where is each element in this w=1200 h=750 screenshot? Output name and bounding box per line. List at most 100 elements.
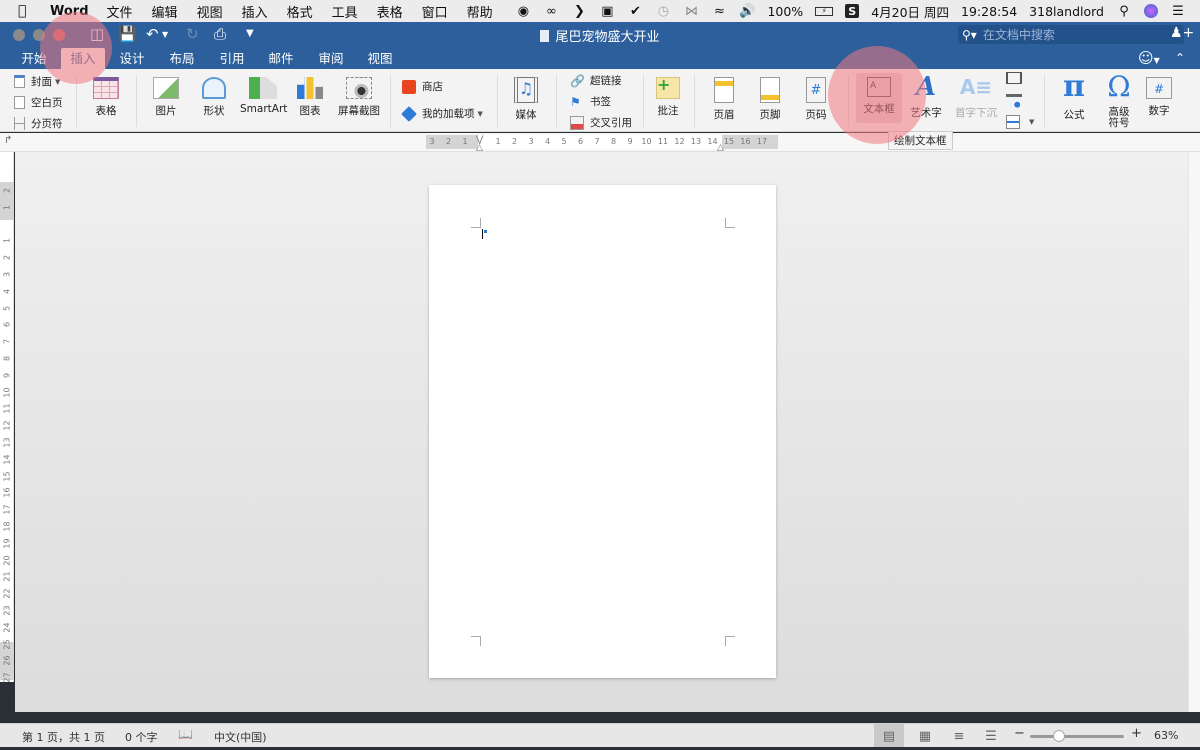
- tab-review[interactable]: 审阅: [311, 48, 351, 69]
- wechat-icon[interactable]: ◉: [515, 3, 531, 19]
- picture-button[interactable]: 图片: [146, 77, 186, 118]
- web-layout-view-button[interactable]: ▦: [910, 724, 940, 748]
- table-label: 表格: [95, 105, 117, 117]
- battery-icon[interactable]: ⚡: [815, 6, 834, 16]
- spotlight-search-icon[interactable]: ⚲: [1116, 3, 1132, 19]
- media-button[interactable]: ♫ 媒体: [508, 77, 544, 122]
- number-button[interactable]: # 数字: [1142, 77, 1176, 118]
- smartart-button[interactable]: SmartArt: [240, 77, 288, 115]
- ruler-number: 3: [429, 137, 435, 146]
- bluetooth-icon[interactable]: ⋈: [683, 3, 699, 19]
- store-button[interactable]: 商店: [402, 79, 443, 94]
- bookmark-button[interactable]: ⚑ 书签: [570, 94, 611, 109]
- draft-view-button[interactable]: ☰: [976, 724, 1006, 748]
- tab-mailings[interactable]: 邮件: [261, 48, 301, 69]
- signature-line-icon: [1006, 72, 1022, 84]
- outline-view-button[interactable]: ≡: [944, 724, 974, 748]
- tab-stop-selector-icon[interactable]: ↱: [4, 135, 12, 146]
- header-button[interactable]: 页眉: [704, 77, 744, 122]
- input-method-icon[interactable]: S: [845, 4, 860, 18]
- tab-references[interactable]: 引用: [212, 48, 252, 69]
- number-label: 数字: [1148, 105, 1170, 117]
- mac-menubar:  Word 文件 编辑 视图 插入 格式 工具 表格 窗口 帮助 ◉ ∞ ❯ …: [0, 0, 1200, 22]
- menu-window[interactable]: 窗口: [422, 2, 448, 21]
- shapes-button[interactable]: 形状: [194, 77, 234, 118]
- blank-page-button[interactable]: 空白页: [14, 95, 63, 110]
- object-button[interactable]: ▼: [1006, 115, 1034, 129]
- date-time-button[interactable]: [1006, 94, 1028, 108]
- page-break-icon: [14, 117, 25, 130]
- vertical-ruler[interactable]: 2 1 1 2 3 4 5 6 7 8 9 10 11 12 13 14 15 16 17 18 19 20 21 22 23 2…: [0, 152, 14, 683]
- chart-button[interactable]: 图表: [292, 77, 328, 118]
- equation-button[interactable]: π 公式: [1052, 71, 1096, 122]
- insert-ribbon: 封面 ▼ 空白页 分页符 表格 图片 形状 SmartArt 图表 屏幕截图 商…: [0, 69, 1200, 132]
- time-machine-icon[interactable]: ◷: [655, 3, 671, 19]
- airplay-icon[interactable]: ▣: [599, 3, 615, 19]
- screenshot-button[interactable]: 屏幕截图: [336, 77, 382, 118]
- zoom-out-button[interactable]: −: [1014, 726, 1025, 741]
- collapse-ribbon-icon[interactable]: ⌃: [1175, 51, 1185, 65]
- tab-layout[interactable]: 布局: [162, 48, 202, 69]
- hyperlink-button[interactable]: 🔗 超链接: [570, 73, 622, 88]
- evernote-icon[interactable]: ❯: [571, 3, 587, 19]
- zoom-level[interactable]: 63%: [1154, 729, 1178, 742]
- notification-center-icon[interactable]: ☰: [1170, 3, 1186, 19]
- zoom-in-button[interactable]: +: [1131, 726, 1142, 741]
- crop-mark-bottom-left: [471, 636, 481, 646]
- footer-label: 页脚: [759, 109, 781, 121]
- siri-icon[interactable]: [1144, 4, 1158, 18]
- cross-reference-button[interactable]: 交叉引用: [570, 115, 632, 130]
- wifi-icon[interactable]: ≈: [711, 3, 727, 19]
- smartart-label: SmartArt: [240, 103, 288, 115]
- table-button[interactable]: 表格: [84, 77, 128, 118]
- menubar-user[interactable]: 318landlord: [1029, 4, 1104, 19]
- ruler-number: 13: [690, 137, 702, 146]
- menu-edit[interactable]: 编辑: [152, 2, 178, 21]
- tab-view[interactable]: 视图: [360, 48, 400, 69]
- menu-help[interactable]: 帮助: [467, 2, 493, 21]
- menu-view[interactable]: 视图: [197, 2, 223, 21]
- apple-icon[interactable]: : [18, 3, 36, 19]
- ruler-number: 2: [2, 255, 12, 261]
- menu-insert[interactable]: 插入: [242, 2, 268, 21]
- media-label: 媒体: [515, 109, 537, 121]
- ruler-number: 12: [2, 420, 12, 431]
- zoom-slider[interactable]: [1030, 730, 1124, 742]
- language-status[interactable]: 中文(中国): [214, 729, 267, 745]
- signature-line-button[interactable]: [1006, 72, 1028, 84]
- media-film-music-icon: ♫: [514, 77, 538, 103]
- document-page[interactable]: [429, 185, 776, 678]
- checkmark-icon[interactable]: ✔: [627, 3, 643, 19]
- document-search-input[interactable]: ⚲▾ 在文档中搜索: [958, 25, 1184, 44]
- page-count-status[interactable]: 第 1 页，共 1 页: [22, 729, 105, 745]
- document-title-text: 尾巴宠物盛大开业: [555, 30, 660, 45]
- zoom-slider-knob[interactable]: [1053, 730, 1066, 742]
- advanced-symbol-button[interactable]: Ω 高级 符号: [1100, 71, 1138, 129]
- menu-tools[interactable]: 工具: [332, 2, 358, 21]
- comment-button[interactable]: + 批注: [650, 77, 686, 118]
- proofing-book-icon[interactable]: 📖: [178, 727, 193, 741]
- screenshot-icon: [346, 77, 372, 99]
- my-addins-button[interactable]: 我的加载项 ▼: [401, 105, 483, 122]
- horizontal-ruler[interactable]: ⋁ △ △ 3 2 1 1 2 3 4 5 6 7 8 9 10 11 12 13 14 15 16 17: [426, 135, 778, 153]
- chart-label: 图表: [299, 105, 321, 117]
- volume-icon[interactable]: 🔊: [739, 3, 755, 19]
- creative-cloud-icon[interactable]: ∞: [543, 3, 559, 19]
- feedback-smiley-icon[interactable]: ☺▼: [1138, 49, 1160, 67]
- drop-cap-button[interactable]: A≡ 首字下沉: [952, 73, 1000, 120]
- page-break-button[interactable]: 分页符: [14, 116, 63, 131]
- ruler-number: 17: [756, 137, 768, 146]
- tab-design[interactable]: 设计: [112, 48, 152, 69]
- word-count-status[interactable]: 0 个字: [125, 729, 158, 745]
- vertical-scrollbar[interactable]: [1188, 152, 1200, 712]
- footer-button[interactable]: 页脚: [750, 77, 790, 122]
- click-highlight-text-box: [828, 46, 926, 144]
- menu-file[interactable]: 文件: [107, 2, 133, 21]
- search-icon[interactable]: ⚲▾: [962, 28, 977, 42]
- menubar-date[interactable]: 4月20日 周四: [871, 2, 949, 21]
- print-layout-view-button[interactable]: ▤: [874, 724, 904, 748]
- menu-table[interactable]: 表格: [377, 2, 403, 21]
- share-add-person-icon[interactable]: ♟+: [1170, 25, 1194, 41]
- menubar-time[interactable]: 19:28:54: [961, 4, 1017, 19]
- menu-format[interactable]: 格式: [287, 2, 313, 21]
